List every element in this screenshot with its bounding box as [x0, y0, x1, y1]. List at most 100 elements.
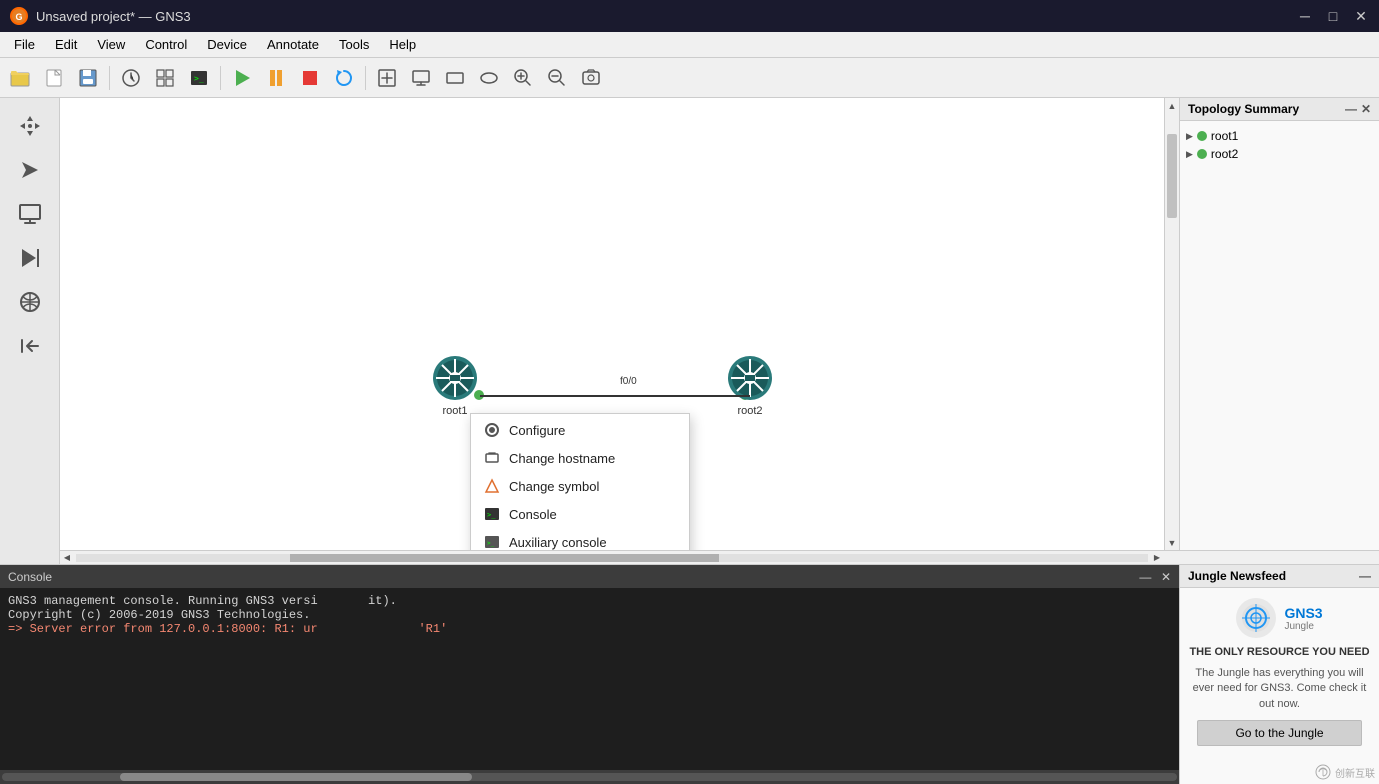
ctx-configure[interactable]: Configure: [471, 416, 689, 444]
scroll-thumb-v[interactable]: [1167, 134, 1177, 218]
close-button[interactable]: ✕: [1353, 8, 1369, 24]
minimize-button[interactable]: ─: [1297, 8, 1313, 24]
ctx-change-hostname[interactable]: Change hostname: [471, 444, 689, 472]
network-devices-button[interactable]: [10, 282, 50, 322]
svg-text:>_: >_: [487, 511, 496, 519]
goto-jungle-button[interactable]: Go to the Jungle: [1197, 720, 1362, 746]
topology-close-button[interactable]: ✕: [1361, 102, 1371, 116]
menu-device[interactable]: Device: [197, 35, 257, 54]
jungle-title: Jungle Newsfeed: [1188, 569, 1286, 583]
topology-summary-panel: Topology Summary — ✕ ▶ root1: [1179, 98, 1379, 550]
ctx-change-symbol[interactable]: Change symbol: [471, 472, 689, 500]
console-close-button[interactable]: ✕: [1161, 570, 1171, 584]
menu-help[interactable]: Help: [379, 35, 426, 54]
canvas-area[interactable]: f0/0: [60, 98, 1164, 550]
topo-item-root1[interactable]: ▶ root1: [1186, 127, 1373, 145]
history-button[interactable]: [115, 62, 147, 94]
terminal-button[interactable]: >_: [183, 62, 215, 94]
jungle-logo-subtitle: Jungle: [1284, 621, 1322, 632]
copyright-text: Copyright: [8, 608, 73, 622]
stop-button[interactable]: [294, 62, 326, 94]
console-title: Console: [8, 570, 52, 584]
jungle-tagline: THE ONLY RESOURCE YOU NEED: [1189, 646, 1369, 658]
pause-button[interactable]: [260, 62, 292, 94]
console-scroll-track[interactable]: [2, 773, 1177, 781]
edit-button[interactable]: [371, 62, 403, 94]
jungle-newsfeed-panel: Jungle Newsfeed — GNS3: [1179, 565, 1379, 784]
navigate-button[interactable]: [10, 150, 50, 190]
menu-bar: File Edit View Control Device Annotate T…: [0, 32, 1379, 58]
ctx-console[interactable]: >_ Console: [471, 500, 689, 528]
jungle-description: The Jungle has everything you will ever …: [1188, 666, 1371, 712]
menu-control[interactable]: Control: [135, 35, 197, 54]
monitor-button[interactable]: [405, 62, 437, 94]
open-file-button[interactable]: [38, 62, 70, 94]
left-sidebar: [0, 98, 60, 564]
save-button[interactable]: [72, 62, 104, 94]
toolbar-sep-1: [109, 66, 110, 90]
expand-root2-icon: ▶: [1186, 149, 1193, 160]
open-folder-button[interactable]: [4, 62, 36, 94]
node-root2[interactable]: root2: [725, 353, 775, 417]
svg-text:>_: >_: [487, 540, 495, 547]
skip-button[interactable]: [10, 238, 50, 278]
sidebar-monitor-button[interactable]: [10, 194, 50, 234]
jungle-newsfeed-header: Jungle Newsfeed —: [1180, 565, 1379, 588]
scroll-down-button[interactable]: ▼: [1165, 535, 1180, 550]
title-bar-controls: ─ □ ✕: [1297, 8, 1369, 24]
node-dot-root1: [1197, 131, 1207, 141]
console-panel: Console — ✕ GNS3 management console. Run…: [0, 565, 1179, 784]
watermark-text: 创新互联: [1335, 765, 1375, 780]
menu-tools[interactable]: Tools: [329, 35, 379, 54]
menu-edit[interactable]: Edit: [45, 35, 87, 54]
scroll-track-h[interactable]: [76, 554, 1148, 562]
scroll-up-button[interactable]: ▲: [1165, 98, 1180, 113]
topology-minimize-button[interactable]: —: [1345, 102, 1357, 116]
ctx-auxiliary-console[interactable]: >_ Auxiliary console: [471, 528, 689, 550]
rect-button[interactable]: [439, 62, 471, 94]
menu-view[interactable]: View: [87, 35, 135, 54]
jungle-minimize-button[interactable]: —: [1359, 569, 1371, 583]
scroll-right-button[interactable]: ▶: [1150, 551, 1164, 565]
topology-summary-header: Topology Summary — ✕: [1180, 98, 1379, 121]
topo-label-root1: root1: [1211, 129, 1238, 143]
console-icon: >_: [483, 505, 501, 523]
topology-summary-title: Topology Summary: [1188, 102, 1299, 116]
toolbar-sep-2: [220, 66, 221, 90]
console-scroll-thumb[interactable]: [120, 773, 473, 781]
node-root1[interactable]: root1: [430, 353, 480, 417]
maximize-button[interactable]: □: [1325, 8, 1341, 24]
topo-label-root2: root2: [1211, 147, 1238, 161]
play-button[interactable]: [226, 62, 258, 94]
zoom-out-button[interactable]: [541, 62, 573, 94]
reload-button[interactable]: [328, 62, 360, 94]
menu-file[interactable]: File: [4, 35, 45, 54]
console-error-line: => Server error from 127.0.0.1:8000: R1:…: [8, 622, 1171, 636]
canvas-scrollbar-v: ▲ ▼: [1164, 98, 1179, 550]
hostname-icon: [483, 449, 501, 467]
jungle-body: GNS3 Jungle THE ONLY RESOURCE YOU NEED T…: [1180, 588, 1379, 760]
window-title: Unsaved project* — GNS3: [36, 9, 191, 24]
title-bar-left: G Unsaved project* — GNS3: [10, 7, 191, 25]
scroll-left-button[interactable]: ◀: [60, 551, 74, 565]
console-minimize-button[interactable]: —: [1139, 570, 1151, 584]
canvas-scrollbar-h: ◀ ▶: [60, 550, 1379, 564]
zoom-in-button[interactable]: [507, 62, 539, 94]
menu-annotate[interactable]: Annotate: [257, 35, 329, 54]
topo-item-root2[interactable]: ▶ root2: [1186, 145, 1373, 163]
ellipse-button[interactable]: [473, 62, 505, 94]
scroll-track-v[interactable]: [1165, 113, 1179, 535]
jungle-logo-gns3: GNS3: [1284, 605, 1322, 621]
svg-text:>_: >_: [194, 74, 204, 83]
topology-controls: — ✕: [1345, 102, 1371, 116]
jungle-logo-circle: [1236, 598, 1276, 638]
console-header: Console — ✕: [0, 565, 1179, 588]
grid-button[interactable]: [149, 62, 181, 94]
console-body: GNS3 management console. Running GNS3 ve…: [0, 588, 1179, 770]
screenshot-button[interactable]: [575, 62, 607, 94]
move-tool-button[interactable]: [10, 106, 50, 146]
back-button[interactable]: [10, 326, 50, 366]
console-line-1: GNS3 management console. Running GNS3 ve…: [8, 594, 1171, 608]
console-line-2: Copyright (c) 2006-2019 GNS3 Technologie…: [8, 608, 1171, 622]
scroll-thumb-h[interactable]: [290, 554, 719, 562]
